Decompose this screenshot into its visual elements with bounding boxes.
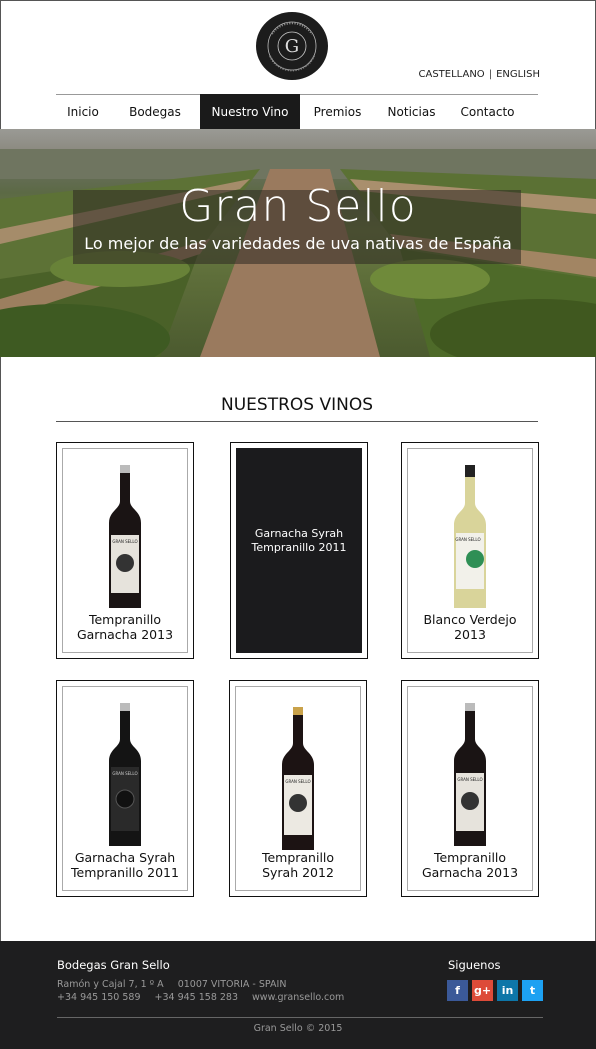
card-frame: GRAN SELLO Garnacha Syrah Tempranillo 20… <box>62 686 188 891</box>
social-links: f g+ in t <box>447 980 543 1001</box>
facebook-icon[interactable]: f <box>447 980 468 1001</box>
white-wine-bottle-icon: GRAN SELLO <box>454 465 486 608</box>
wine-card[interactable]: Garnacha Syrah Tempranillo 2011 <box>230 442 368 659</box>
wine-card[interactable]: GRAN SELLO Tempranillo Syrah 2012 <box>229 680 367 897</box>
wine-name: Tempranillo Garnacha 2013 <box>76 612 174 642</box>
footer-address-line: Ramón y Cajal 7, 1 º A 01007 VITORIA - SP… <box>57 979 300 990</box>
red-wine-bottle-icon: GRAN SELLO <box>454 703 486 846</box>
footer-city: 01007 VITORIA - SPAIN <box>177 979 287 990</box>
nav-item-bodegas[interactable]: Bodegas <box>110 94 200 129</box>
nav-item-nuestro-vino[interactable]: Nuestro Vino <box>200 94 300 129</box>
card-frame: GRAN SELLO Tempranillo Garnacha 2013 <box>407 686 533 891</box>
svg-text:GRAN SELLO: GRAN SELLO <box>112 539 137 544</box>
footer-contact-line: +34 945 150 589 +34 945 158 283 www.granse… <box>57 992 358 1003</box>
card-frame: GRAN SELLO Blanco Verdejo 2013 <box>407 448 533 653</box>
lang-castellano-link[interactable]: CASTELLANO <box>419 69 485 80</box>
language-switch: CASTELLANO | ENGLISH <box>419 69 540 80</box>
svg-text:GRAN SELLO: GRAN SELLO <box>457 777 482 782</box>
hero-subtitle: Lo mejor de las variedades de uva nativa… <box>84 234 512 253</box>
wine-name: Garnacha Syrah Tempranillo 2011 <box>251 527 347 554</box>
red-wine-bottle-gold-cap-icon: GRAN SELLO <box>282 707 314 850</box>
wine-name: Blanco Verdejo 2013 <box>423 612 517 642</box>
red-wine-bottle-icon: GRAN SELLO <box>109 465 141 608</box>
section-divider <box>56 421 538 422</box>
google-plus-icon[interactable]: g+ <box>472 980 493 1001</box>
nav-item-noticias[interactable]: Noticias <box>375 94 448 129</box>
main-nav: Inicio Bodegas Nuestro Vino Premios Noti… <box>56 94 538 129</box>
hero-title: Gran Sello <box>179 181 417 232</box>
hero-banner: Gran Sello Lo mejor de las variedades de… <box>0 129 596 357</box>
footer-address: Ramón y Cajal 7, 1 º A <box>57 979 164 990</box>
wine-name: Tempranillo Garnacha 2013 <box>421 850 519 880</box>
gran-sello-logo[interactable]: G <box>256 12 328 80</box>
wine-card[interactable]: GRAN SELLO Tempranillo Garnacha 2013 <box>401 680 539 897</box>
wine-card[interactable]: GRAN SELLO Tempranillo Garnacha 2013 <box>56 442 194 659</box>
footer-phone-1: +34 945 150 589 <box>57 992 141 1003</box>
wine-card[interactable]: GRAN SELLO Garnacha Syrah Tempranillo 20… <box>56 680 194 897</box>
linkedin-icon[interactable]: in <box>497 980 518 1001</box>
wine-card[interactable]: GRAN SELLO Blanco Verdejo 2013 <box>401 442 539 659</box>
black-label-bottle-icon: GRAN SELLO <box>109 703 141 846</box>
footer-follow-label: Siguenos <box>448 958 501 972</box>
svg-text:G: G <box>285 36 299 57</box>
svg-text:GRAN SELLO: GRAN SELLO <box>285 779 310 784</box>
card-frame: GRAN SELLO Tempranillo Syrah 2012 <box>235 686 361 891</box>
card-frame: GRAN SELLO Tempranillo Garnacha 2013 <box>62 448 188 653</box>
lang-english-link[interactable]: ENGLISH <box>496 69 540 80</box>
lang-separator: | <box>488 69 493 80</box>
footer-website-link[interactable]: www.gransello.com <box>252 992 344 1003</box>
nav-item-premios[interactable]: Premios <box>300 94 375 129</box>
footer-company: Bodegas Gran Sello <box>57 958 170 972</box>
footer: Bodegas Gran Sello Ramón y Cajal 7, 1 º … <box>0 941 596 1049</box>
nav-item-contacto[interactable]: Contacto <box>448 94 527 129</box>
footer-copyright: Gran Sello © 2015 <box>253 1023 343 1034</box>
footer-phone-2: +34 945 158 283 <box>154 992 239 1003</box>
nav-item-inicio[interactable]: Inicio <box>56 94 110 129</box>
card-frame: Garnacha Syrah Tempranillo 2011 <box>236 448 362 653</box>
svg-text:GRAN SELLO: GRAN SELLO <box>455 537 480 542</box>
wine-name: Tempranillo Syrah 2012 <box>261 850 335 880</box>
svg-text:GRAN SELLO: GRAN SELLO <box>112 771 137 776</box>
wine-name: Garnacha Syrah Tempranillo 2011 <box>71 850 179 880</box>
section-title: NUESTROS VINOS <box>221 395 373 415</box>
footer-divider <box>57 1017 543 1018</box>
twitter-icon[interactable]: t <box>522 980 543 1001</box>
